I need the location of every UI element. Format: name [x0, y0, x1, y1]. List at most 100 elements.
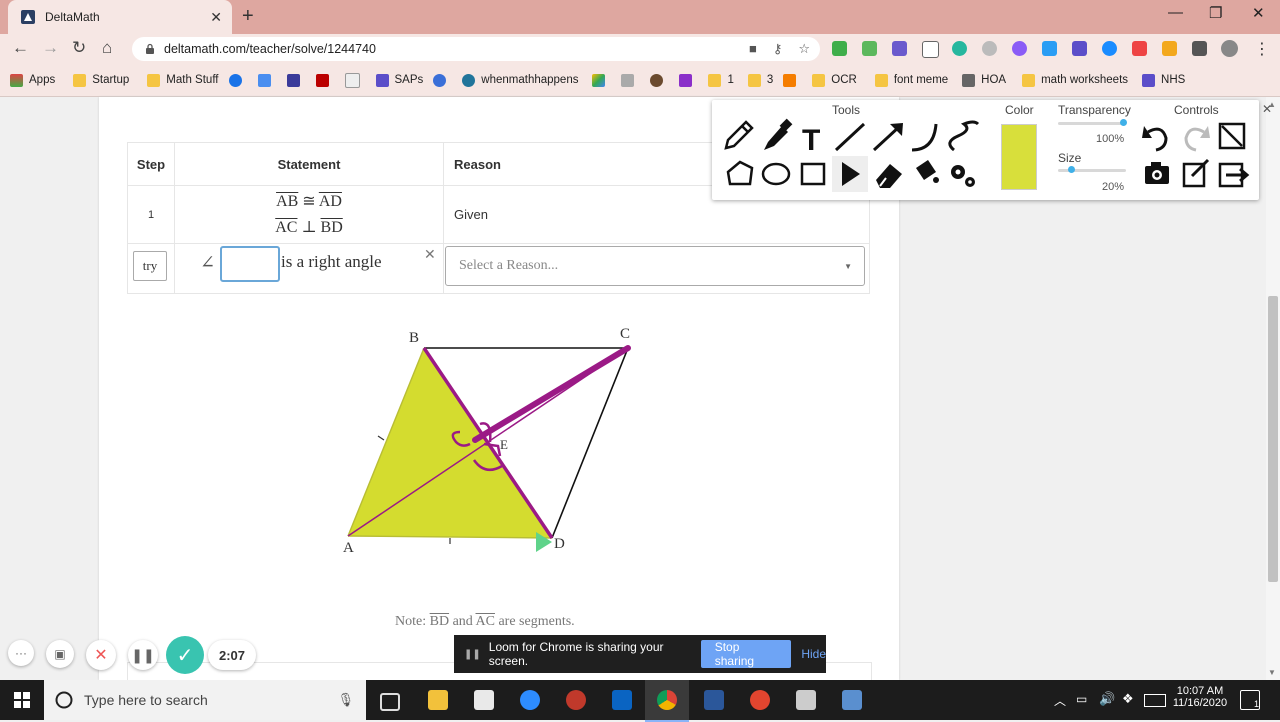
exit-icon[interactable] — [1218, 162, 1250, 188]
taskbar-search-box[interactable]: Type here to search 🎙 — [44, 680, 366, 720]
reload-icon[interactable]: ↻ — [72, 38, 86, 58]
bookmark-saps[interactable]: SAPs — [375, 73, 423, 87]
extension-icon[interactable] — [892, 41, 907, 56]
bookmark-icon[interactable] — [679, 73, 698, 87]
dropbox-icon[interactable]: ❖ — [1122, 691, 1134, 707]
undo-icon[interactable] — [1142, 126, 1168, 152]
bookmark-icon[interactable] — [257, 73, 277, 87]
line-tool-icon[interactable] — [834, 122, 866, 152]
address-bar[interactable]: deltamath.com/teacher/solve/1244740 ■ ⚷ … — [132, 37, 820, 61]
scroll-down-icon[interactable]: ▼ — [1268, 668, 1276, 677]
notifications-icon[interactable]: 1 — [1240, 690, 1260, 710]
snipping-tool-icon[interactable] — [566, 690, 586, 710]
taskbar-clock[interactable]: 10:07 AM 11/16/2020 — [1172, 685, 1228, 709]
bookmark-icon[interactable] — [344, 72, 366, 88]
volume-icon[interactable]: 🔊 — [1099, 691, 1115, 707]
reason-select[interactable]: Select a Reason... ▼ — [445, 246, 865, 286]
extension-icon[interactable] — [952, 41, 967, 56]
color-swatch[interactable] — [1001, 124, 1037, 190]
hide-button[interactable]: Hide — [801, 647, 826, 661]
pencil-icon[interactable] — [724, 120, 754, 150]
polygon-tool-icon[interactable] — [726, 160, 754, 186]
pointer-tool-icon[interactable] — [832, 156, 868, 192]
menu-kebab-icon[interactable]: ⋮ — [1254, 39, 1270, 59]
bookmark-icon[interactable] — [650, 73, 669, 87]
extensions-puzzle-icon[interactable] — [1192, 41, 1207, 56]
panel-close-icon[interactable]: ✕ — [1262, 102, 1272, 116]
bookmark-icon[interactable] — [228, 73, 248, 87]
zoom-icon[interactable] — [520, 690, 540, 710]
star-icon[interactable]: ☆ — [798, 41, 810, 57]
extension-icon[interactable] — [922, 41, 939, 58]
bookmark-drive-icon[interactable] — [592, 73, 611, 87]
redo-icon[interactable] — [1184, 126, 1210, 152]
bookmark-3[interactable]: 3 — [747, 73, 773, 87]
calendar-app-icon[interactable] — [474, 690, 494, 710]
marker-icon[interactable] — [764, 118, 793, 150]
loom-cancel-icon[interactable]: ✕ — [86, 640, 116, 670]
home-icon[interactable]: ⌂ — [102, 38, 112, 58]
bookmark-icon[interactable] — [433, 73, 452, 87]
maximize-icon[interactable]: ❐ — [1209, 4, 1222, 22]
windows-start-icon[interactable] — [14, 692, 30, 708]
delete-step-icon[interactable]: ✕ — [424, 246, 436, 263]
minimize-icon[interactable]: — — [1168, 4, 1183, 21]
bookmark-startup[interactable]: Startup — [73, 73, 129, 87]
edit-export-icon[interactable] — [1182, 158, 1210, 188]
keyboard-icon[interactable] — [1144, 694, 1166, 707]
app-icon[interactable] — [842, 690, 862, 710]
bookmark-hoa[interactable]: HOA — [962, 73, 1006, 87]
bookmark-1[interactable]: 1 — [708, 73, 734, 87]
file-explorer-icon[interactable] — [428, 690, 448, 710]
key-icon[interactable]: ⚷ — [773, 41, 783, 57]
arrow-tool-icon[interactable] — [872, 123, 903, 152]
camera-icon[interactable]: ■ — [749, 41, 757, 57]
try-button[interactable]: try — [133, 251, 167, 281]
screenshot-camera-icon[interactable] — [1145, 162, 1169, 184]
bookmark-math-worksheets[interactable]: math worksheets — [1022, 73, 1128, 87]
app-icon[interactable] — [796, 690, 816, 710]
network-icon[interactable]: ▭ — [1076, 692, 1087, 706]
bookmark-nhs[interactable]: NHS — [1142, 73, 1185, 87]
clear-icon[interactable] — [1218, 122, 1246, 150]
extension-icon[interactable] — [1012, 41, 1027, 56]
text-tool-icon[interactable]: T — [802, 124, 820, 157]
bookmark-ocr[interactable]: OCR — [812, 73, 857, 87]
tab-close-icon[interactable]: ✕ — [210, 9, 222, 26]
bookmark-font-meme[interactable]: font meme — [874, 73, 948, 87]
eraser-tool-icon[interactable] — [876, 164, 902, 188]
outlook-icon[interactable] — [612, 690, 632, 710]
bookmark-icon[interactable] — [286, 73, 306, 87]
size-slider-handle[interactable] — [1068, 166, 1075, 173]
extension-icon[interactable] — [1132, 41, 1147, 56]
bookmark-whenmathhappens[interactable]: whenmathhappens — [462, 73, 578, 87]
transparency-slider[interactable] — [1058, 122, 1126, 125]
rectangle-tool-icon[interactable] — [800, 162, 826, 186]
task-view-icon[interactable] — [380, 693, 400, 711]
freehand-tool-icon[interactable] — [948, 120, 980, 152]
extension-icon[interactable] — [1072, 41, 1087, 56]
stop-sharing-button[interactable]: Stop sharing — [700, 640, 792, 668]
settings-gears-icon[interactable] — [951, 165, 975, 187]
new-tab-icon[interactable]: + — [242, 5, 254, 28]
profile-avatar[interactable] — [1221, 40, 1238, 57]
scrollbar-thumb[interactable] — [1268, 296, 1278, 582]
extension-icon[interactable] — [1042, 41, 1057, 56]
loom-finish-check-icon[interactable]: ✓ — [166, 636, 204, 674]
ellipse-tool-icon[interactable] — [761, 162, 791, 186]
drag-handle-icon[interactable]: ❚❚ — [464, 649, 481, 660]
angle-input[interactable] — [220, 246, 280, 282]
bookmark-icon[interactable] — [315, 73, 335, 87]
bookmark-apps[interactable]: Apps — [10, 73, 55, 87]
extension-icon[interactable] — [982, 41, 997, 56]
bookmark-blogger-icon[interactable] — [783, 73, 802, 87]
loom-pause-icon[interactable]: ❚❚ — [128, 640, 158, 670]
loom-camera-icon[interactable]: ▣ — [46, 640, 74, 668]
chrome-icon[interactable] — [657, 690, 677, 710]
window-close-icon[interactable]: ✕ — [1252, 4, 1265, 22]
microphone-icon[interactable]: 🎙 — [337, 692, 354, 708]
forward-icon[interactable]: → — [42, 38, 59, 58]
back-icon[interactable]: ← — [12, 38, 29, 58]
extension-icon[interactable] — [832, 41, 847, 56]
show-hidden-icons-chevron-up-icon[interactable]: ︿ — [1054, 692, 1066, 709]
